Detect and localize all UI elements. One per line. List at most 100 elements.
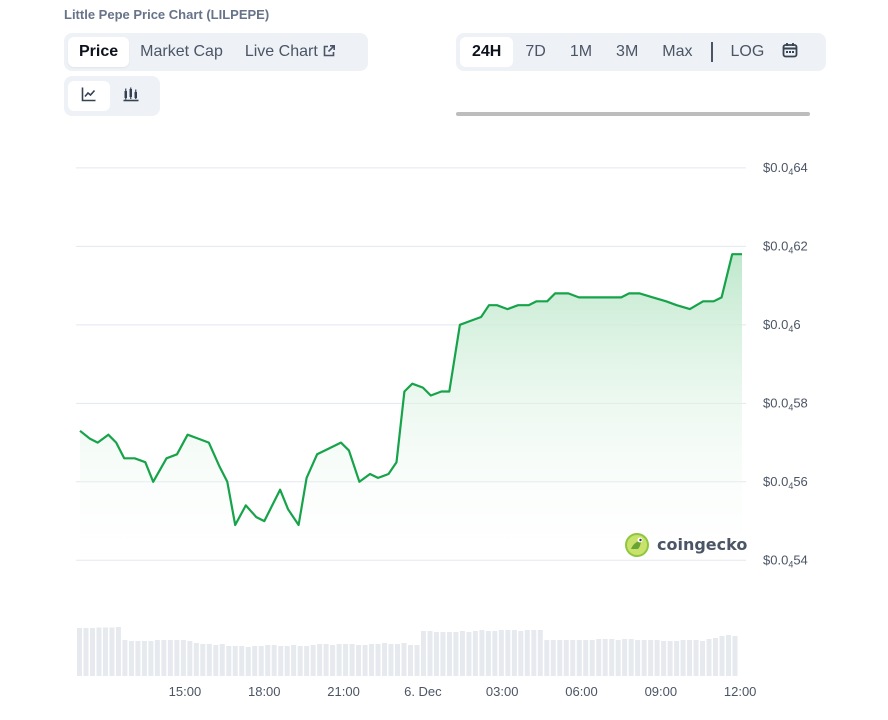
volume-bar xyxy=(141,641,147,676)
volume-bar xyxy=(446,632,452,676)
volume-bar xyxy=(414,645,420,676)
volume-bar xyxy=(109,627,115,676)
volume-bar xyxy=(518,631,524,676)
volume-bar xyxy=(356,645,362,676)
volume-bar xyxy=(641,640,647,676)
volume-bar xyxy=(83,628,89,676)
y-tick-label: $0.0456 xyxy=(763,474,808,491)
volume-bar xyxy=(317,644,323,676)
volume-bar xyxy=(115,627,121,676)
volume-bar xyxy=(719,636,725,676)
volume-bar xyxy=(343,644,349,676)
volume-bar xyxy=(615,640,621,676)
volume-bar xyxy=(531,630,537,676)
volume-bar xyxy=(395,644,401,676)
volume-bar xyxy=(453,632,459,676)
volume-bar xyxy=(161,640,167,676)
volume-bar xyxy=(265,645,271,676)
volume-bar xyxy=(323,644,329,676)
y-tick-label: $0.0464 xyxy=(763,160,808,177)
volume-bar xyxy=(628,639,634,676)
x-tick-label: 06:00 xyxy=(565,684,598,699)
volume-bar xyxy=(732,636,738,676)
volume-bar xyxy=(505,630,511,676)
volume-bar xyxy=(297,646,303,676)
volume-bar xyxy=(596,639,602,676)
volume-bar xyxy=(89,628,95,676)
volume-bar xyxy=(258,646,264,676)
volume-bar xyxy=(466,632,472,676)
volume-bar xyxy=(245,647,251,676)
volume-bar xyxy=(602,639,608,676)
x-tick-label: 09:00 xyxy=(645,684,678,699)
volume-bar xyxy=(174,640,180,676)
volume-bar xyxy=(524,630,530,676)
volume-bar xyxy=(667,641,673,676)
volume-bar xyxy=(687,640,693,676)
x-tick-label: 03:00 xyxy=(486,684,519,699)
volume-bar xyxy=(382,643,388,676)
volume-bar xyxy=(544,640,550,676)
volume-bar xyxy=(180,640,186,676)
volume-bar xyxy=(420,631,426,676)
volume-bar xyxy=(96,627,102,676)
volume-bar xyxy=(622,639,628,676)
volume-bars xyxy=(77,627,738,676)
x-tick-label: 21:00 xyxy=(327,684,360,699)
volume-bar xyxy=(635,640,641,676)
volume-bar xyxy=(187,641,193,676)
volume-bar xyxy=(479,630,485,676)
volume-bar xyxy=(369,644,375,676)
volume-bar xyxy=(375,644,381,676)
volume-bar xyxy=(291,645,297,676)
volume-bar xyxy=(349,644,355,676)
volume-bar xyxy=(713,638,719,676)
x-axis-ticks: 15:00 18:00 21:00 6. Dec 03:00 06:00 09:00 12:0… xyxy=(169,684,757,699)
volume-bar xyxy=(362,645,368,676)
volume-bar xyxy=(427,631,433,676)
volume-bar xyxy=(498,630,504,676)
volume-bar xyxy=(537,630,543,676)
volume-bar xyxy=(576,640,582,676)
y-tick-label: $0.046 xyxy=(763,317,801,334)
volume-bar xyxy=(609,639,615,676)
volume-bar xyxy=(583,640,589,676)
price-area xyxy=(80,254,742,576)
volume-bar xyxy=(492,631,498,676)
volume-bar xyxy=(401,643,407,676)
volume-bar xyxy=(102,627,108,676)
volume-bar xyxy=(511,630,517,676)
volume-bar xyxy=(550,640,556,676)
volume-bar xyxy=(200,644,206,676)
volume-bar xyxy=(310,645,316,676)
volume-bar xyxy=(680,640,686,676)
volume-bar xyxy=(278,646,284,676)
volume-bar xyxy=(284,646,290,676)
volume-bar xyxy=(648,640,654,676)
volume-bar xyxy=(193,643,199,676)
volume-bar xyxy=(388,644,394,676)
x-tick-label: 15:00 xyxy=(169,684,202,699)
volume-bar xyxy=(213,645,219,676)
volume-bar xyxy=(135,641,141,676)
volume-bar xyxy=(154,640,160,676)
x-tick-label: 12:00 xyxy=(724,684,757,699)
y-tick-label: $0.0458 xyxy=(763,395,808,412)
coingecko-watermark: coingecko xyxy=(625,533,747,557)
volume-bar xyxy=(336,644,342,676)
volume-bar xyxy=(232,646,238,676)
volume-bar xyxy=(252,646,258,676)
volume-bar xyxy=(148,641,154,676)
volume-bar xyxy=(485,631,491,676)
volume-bar xyxy=(440,632,446,676)
volume-bar xyxy=(726,635,732,676)
volume-bar xyxy=(239,646,245,676)
x-tick-label: 6. Dec xyxy=(404,684,442,699)
volume-bar xyxy=(226,646,232,676)
volume-bar xyxy=(693,640,699,676)
volume-bar xyxy=(219,644,225,676)
volume-bar xyxy=(304,646,310,676)
watermark-text: coingecko xyxy=(657,535,747,554)
volume-bar xyxy=(706,639,712,676)
volume-bar xyxy=(563,640,569,676)
